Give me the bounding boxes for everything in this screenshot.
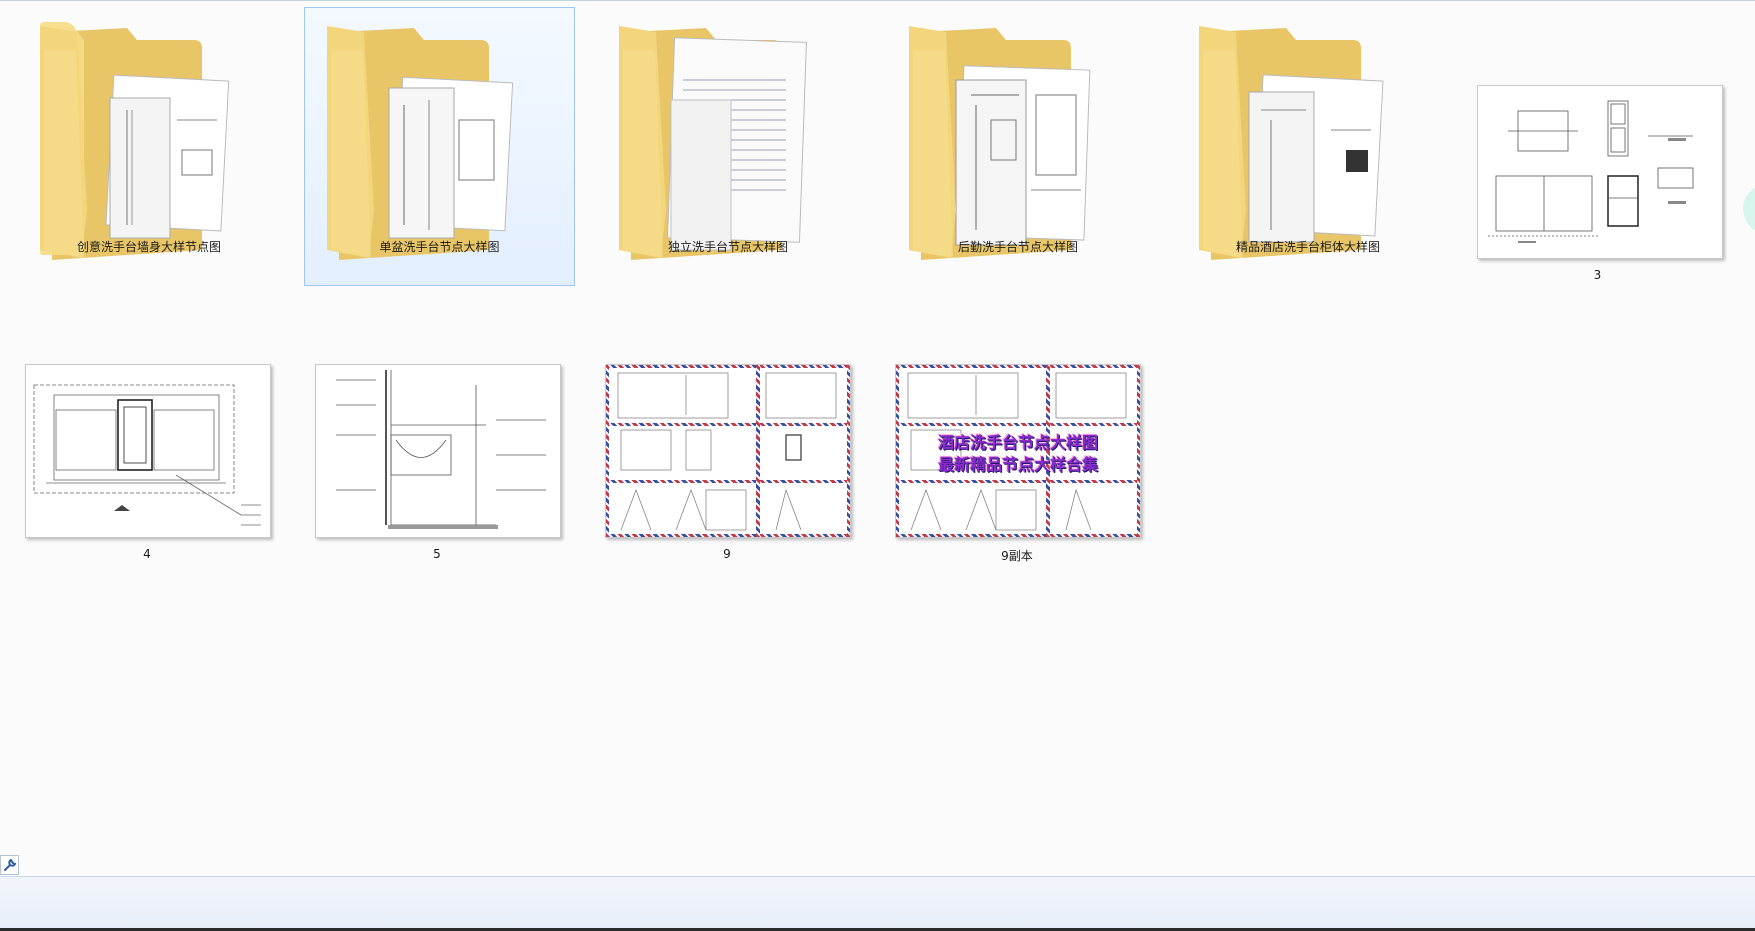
item-label: 9副本 [1001,549,1033,563]
folder-item[interactable]: 后勤洗手台节点大样图 [900,9,1136,285]
item-label: 5 [433,547,441,561]
image-item[interactable]: 9 [598,356,856,566]
image-thumbnail [605,364,851,538]
image-item[interactable]: 5 [308,356,566,566]
image-item[interactable]: 酒店洗手台节点大样图 最新精品节点大样合集 9副本 [888,356,1146,566]
item-label: 创意洗手台墙身大样节点图 [76,240,221,254]
image-thumbnail [1477,85,1723,259]
folder-item[interactable]: 独立洗手台节点大样图 [610,9,846,285]
item-label: 独立洗手台节点大样图 [667,240,788,254]
item-label: 后勤洗手台节点大样图 [957,240,1078,254]
folder-icon [40,22,230,260]
image-thumbnail [315,364,561,538]
folder-icon [619,26,807,260]
status-bar [0,876,1755,931]
item-label: 9 [723,547,731,561]
image-item[interactable]: 3 [1470,9,1725,285]
edge-circle-decoration [1743,184,1755,234]
folder-item[interactable]: 创意洗手台墙身大样节点图 [31,9,267,285]
item-label: 精品酒店洗手台柜体大样图 [1235,240,1380,254]
image-thumbnail [25,364,271,538]
overlay-title: 酒店洗手台节点大样图 [937,433,1098,452]
item-label: 3 [1593,268,1602,282]
folder-icon [1199,26,1384,260]
item-label: 单盆洗手台节点大样图 [379,240,500,254]
overlay-subtitle: 最新精品节点大样合集 [937,455,1098,474]
image-thumbnail: 酒店洗手台节点大样图 最新精品节点大样合集 [895,364,1141,538]
item-label: 4 [143,547,151,561]
folder-icon [909,26,1091,260]
folder-item[interactable]: 精品酒店洗手台柜体大样图 [1190,9,1426,285]
folder-item[interactable]: 单盆洗手台节点大样图 [304,7,575,286]
file-view[interactable]: 创意洗手台墙身大样节点图 单盆洗手台节点大样图 独立洗手台节点大样图 后勤洗手台… [0,1,1755,871]
image-item[interactable]: 4 [18,356,276,566]
wrench-icon[interactable] [0,855,19,875]
folder-icon [327,26,514,260]
